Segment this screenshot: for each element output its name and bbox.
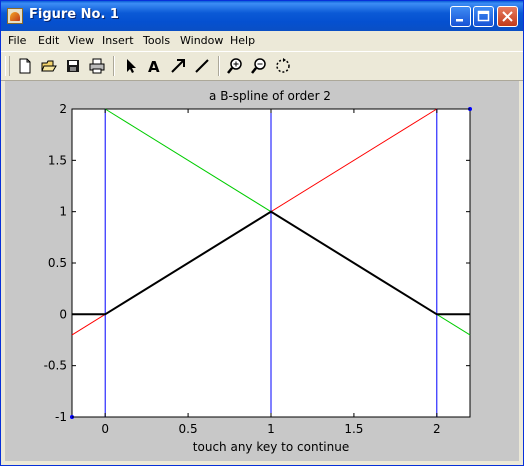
window-title: Figure No. 1 — [29, 7, 119, 22]
figure-window: Figure No. 1 File Edit View Insert Tools… — [0, 0, 524, 466]
zoom-out-button[interactable] — [249, 56, 269, 76]
toolbar-separator — [218, 56, 220, 76]
select-tool-button[interactable] — [121, 56, 141, 76]
menu-view[interactable]: View — [68, 34, 94, 47]
y-tick-label: 1 — [59, 205, 67, 219]
insert-line-icon — [195, 59, 209, 73]
rotate-icon — [276, 58, 290, 73]
y-tick-label: 0.5 — [48, 256, 67, 270]
y-tick-label: 2 — [59, 102, 67, 116]
y-tick-label: 0 — [59, 307, 67, 321]
insert-line-button[interactable] — [192, 56, 212, 76]
svg-text:A: A — [148, 58, 160, 76]
zoom-out-icon — [251, 58, 266, 74]
open-file-button[interactable] — [39, 56, 59, 76]
insert-text-icon: A — [148, 58, 160, 76]
zoom-in-icon — [227, 58, 242, 74]
menu-window[interactable]: Window — [180, 34, 223, 47]
save-icon — [67, 60, 79, 72]
select-arrow-icon — [127, 59, 136, 73]
title-bar[interactable]: Figure No. 1 — [1, 1, 523, 31]
maximize-button[interactable] — [473, 6, 494, 27]
save-button[interactable] — [63, 56, 83, 76]
open-folder-icon — [41, 60, 57, 72]
close-button[interactable] — [497, 6, 518, 27]
y-tick-label: -0.5 — [44, 359, 67, 373]
menu-insert[interactable]: Insert — [102, 34, 134, 47]
insert-arrow-icon — [171, 59, 185, 73]
x-tick-label: 1 — [267, 422, 275, 436]
menu-edit[interactable]: Edit — [38, 34, 59, 47]
maximize-icon — [477, 10, 490, 22]
menu-help[interactable]: Help — [230, 34, 255, 47]
insert-arrow-button[interactable] — [168, 56, 188, 76]
x-axis-label: touch any key to continue — [193, 440, 349, 454]
new-file-button[interactable] — [15, 56, 35, 76]
plot-canvas[interactable]: a B-spline of order 2 0 0.5 1 1.5 2 -1 -0.5 0 0.… — [5, 81, 519, 461]
menu-bar: File Edit View Insert Tools Window Help — [1, 31, 523, 51]
menu-tools[interactable]: Tools — [143, 34, 170, 47]
y-tick-label: 1.5 — [48, 153, 67, 167]
x-tick-label: 1.5 — [344, 422, 363, 436]
toolbar: A — [1, 51, 523, 81]
rotate-button[interactable] — [273, 56, 293, 76]
x-tick-label: 0 — [101, 422, 109, 436]
zoom-in-button[interactable] — [225, 56, 245, 76]
print-button[interactable] — [87, 56, 107, 76]
chart-title: a B-spline of order 2 — [209, 89, 331, 103]
close-icon — [502, 11, 513, 22]
toolbar-separator — [113, 56, 115, 76]
matlab-logo-icon — [7, 8, 23, 24]
figure-canvas-area: a B-spline of order 2 0 0.5 1 1.5 2 -1 -0.5 0 0.… — [5, 81, 519, 461]
x-tick-label: 0.5 — [179, 422, 198, 436]
toolbar-grip[interactable] — [5, 56, 10, 76]
minimize-button[interactable] — [450, 6, 471, 27]
insert-text-button[interactable]: A — [144, 56, 164, 76]
print-icon — [89, 58, 105, 74]
x-tick-label: 2 — [433, 422, 441, 436]
y-tick-label: -1 — [55, 410, 67, 424]
minimize-icon — [456, 19, 463, 22]
new-file-icon — [19, 58, 31, 74]
menu-file[interactable]: File — [8, 34, 26, 47]
